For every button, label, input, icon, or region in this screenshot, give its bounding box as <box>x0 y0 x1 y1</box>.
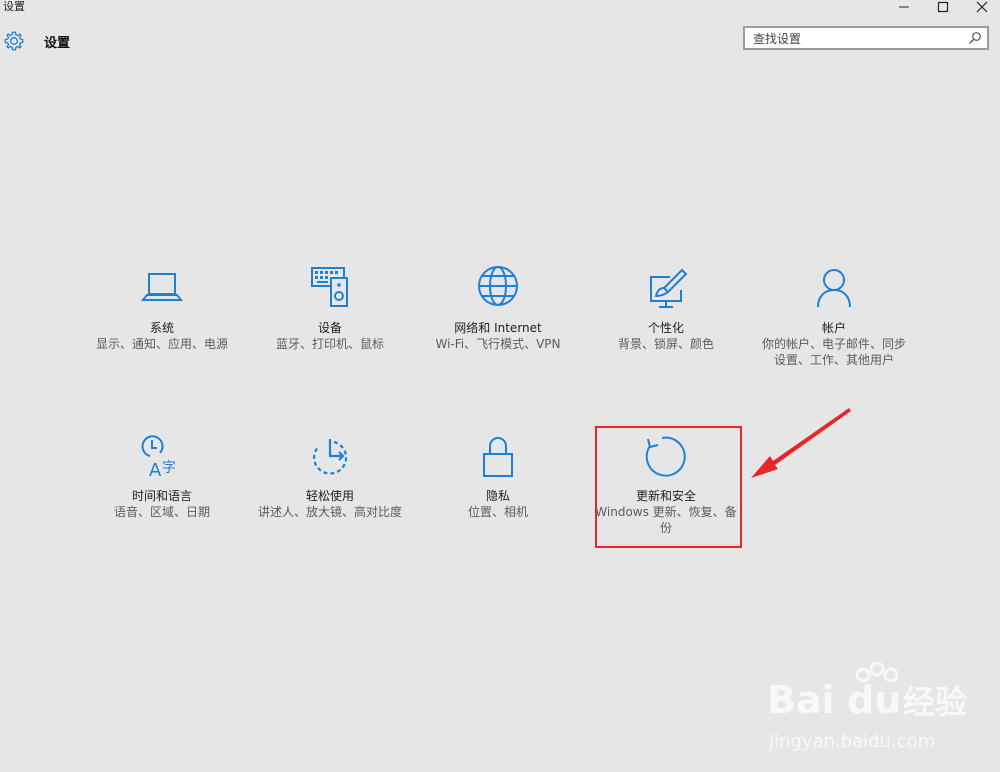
close-icon <box>976 1 988 13</box>
tile-description: 讲述人、放大镜、高对比度 <box>257 505 402 519</box>
tile-description: 语音、区域、日期 <box>113 505 210 519</box>
watermark-cn: 经验 <box>903 683 967 721</box>
baidu-jingyan-watermark: Bai du 经验 jingyan.baidu.com <box>767 661 967 752</box>
tile-description: Wi-Fi、飞行模式、VPN <box>435 337 561 351</box>
window-title: 设置 <box>3 0 25 13</box>
tile-privacy[interactable]: 隐私 位置、相机 <box>423 434 573 520</box>
tile-time-language[interactable]: A 字 时间和语言 语音、区域、日期 <box>87 434 237 520</box>
tile-ease-of-access[interactable]: 轻松使用 讲述人、放大镜、高对比度 <box>255 434 405 520</box>
tile-title: 网络和 Internet <box>454 321 542 335</box>
tile-description: 背景、锁屏、颜色 <box>617 337 714 351</box>
maximize-button[interactable] <box>925 0 961 14</box>
user-icon <box>817 269 851 308</box>
tile-system[interactable]: 系统 显示、通知、应用、电源 <box>87 266 237 352</box>
tile-title: 设备 <box>317 321 342 335</box>
tile-title: 帐户 <box>821 321 846 335</box>
paint-brush-icon <box>650 268 688 308</box>
settings-header: 设置 <box>0 26 1000 56</box>
search-icon[interactable] <box>968 31 982 45</box>
keyboard-speaker-icon <box>311 267 348 307</box>
highlight-box <box>595 426 742 548</box>
globe-icon <box>478 266 518 306</box>
page-title: 设置 <box>44 36 71 51</box>
close-button[interactable] <box>964 0 1000 14</box>
watermark-brand2: du <box>847 678 901 722</box>
gear-icon <box>4 31 24 51</box>
tile-title: 隐私 <box>485 489 510 503</box>
tile-description: 位置、相机 <box>467 505 528 519</box>
search-box[interactable] <box>743 26 989 50</box>
tile-network[interactable]: 网络和 Internet Wi-Fi、飞行模式、VPN <box>423 266 573 352</box>
tile-personalization[interactable]: 个性化 背景、锁屏、颜色 <box>591 266 741 352</box>
tile-title: 系统 <box>149 321 174 335</box>
minimize-icon <box>899 6 909 8</box>
search-input[interactable] <box>745 29 963 49</box>
watermark-url: jingyan.baidu.com <box>768 731 935 752</box>
tile-devices[interactable]: 设备 蓝牙、打印机、鼠标 <box>255 266 405 352</box>
tile-description: 蓝牙、打印机、鼠标 <box>275 337 384 351</box>
tile-title: 轻松使用 <box>305 489 354 503</box>
minimize-button[interactable] <box>886 0 922 14</box>
tile-description: 你的帐户、电子邮件、同步设置、工作、其他用户 <box>761 337 906 367</box>
ease-of-access-icon <box>313 439 348 475</box>
svg-text:字: 字 <box>162 460 176 476</box>
watermark-brand: Bai <box>767 678 835 722</box>
annotation-arrow-icon <box>751 408 851 478</box>
laptop-icon <box>140 273 184 301</box>
svg-text:A: A <box>149 460 162 481</box>
lock-icon <box>483 437 513 477</box>
tile-accounts[interactable]: 帐户 你的帐户、电子邮件、同步设置、工作、其他用户 <box>759 266 909 368</box>
time-language-icon: A 字 <box>141 435 176 481</box>
maximize-icon <box>937 1 949 13</box>
tile-description: 显示、通知、应用、电源 <box>95 337 228 351</box>
tile-title: 个性化 <box>647 321 684 335</box>
title-bar: 设置 <box>0 0 1000 14</box>
tile-title: 时间和语言 <box>131 489 192 503</box>
